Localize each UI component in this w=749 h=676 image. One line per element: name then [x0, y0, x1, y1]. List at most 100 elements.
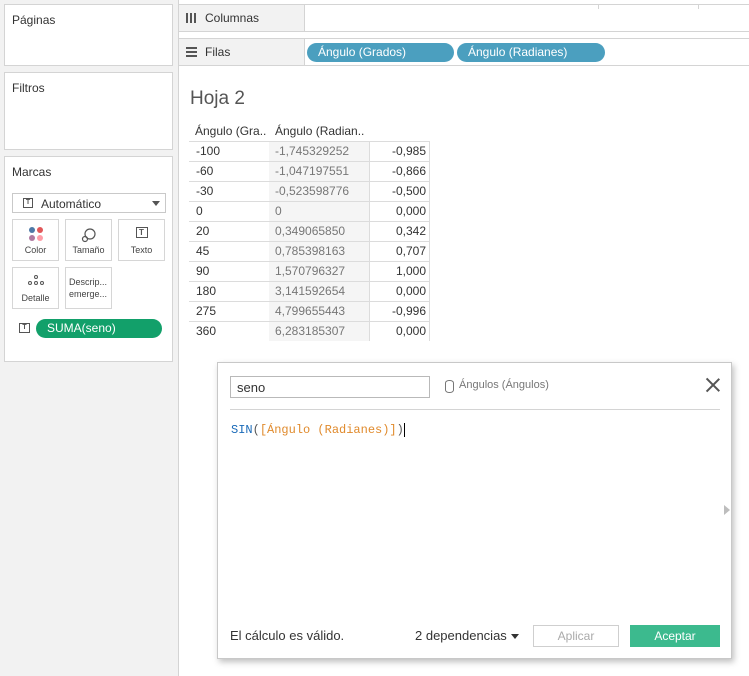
cell-divider	[429, 282, 430, 301]
table-row[interactable]: 180 3,141592654 0,000	[189, 281, 430, 301]
suma-seno-pill[interactable]: SUMA(seno)	[36, 319, 162, 338]
table-row[interactable]: -60 -1,047197551 -0,866	[189, 161, 430, 181]
table-row[interactable]: 90 1,570796327 1,000	[189, 261, 430, 281]
header-angulo-grados[interactable]: Ángulo (Gra..	[195, 122, 266, 141]
cell-divider	[429, 162, 430, 181]
rows-shelf: Filas Ángulo (Grados) Ángulo (Radianes)	[179, 38, 749, 66]
calculation-name-input[interactable]	[230, 376, 430, 398]
size-button[interactable]: Tamaño	[65, 219, 112, 261]
filters-title: Filtros	[12, 81, 45, 95]
left-panel: Páginas Filtros Marcas T Automático Colo…	[0, 0, 179, 676]
cell-divider	[369, 162, 370, 181]
tooltip-label: Descrip... emerge...	[69, 277, 108, 299]
table-row[interactable]: 275 4,799655443 -0,996	[189, 301, 430, 321]
cell-radianes: 4,799655443	[275, 304, 346, 318]
sheet-title: Hoja 2	[190, 88, 245, 109]
chevron-down-icon	[152, 201, 160, 206]
text-cursor	[403, 423, 405, 437]
color-button[interactable]: Color	[12, 219, 59, 261]
text-mark-icon: T	[19, 323, 30, 333]
header-angulo-radianes[interactable]: Ángulo (Radian..	[275, 122, 364, 141]
detail-button[interactable]: Detalle	[12, 267, 59, 309]
formula-open-paren: (	[252, 423, 260, 438]
cell-divider	[429, 222, 430, 241]
suma-seno-row: T SUMA(seno)	[5, 318, 174, 338]
ok-button[interactable]: Aceptar	[630, 625, 720, 647]
cell-radianes: 0	[275, 204, 282, 218]
cell-radianes: -1,047197551	[275, 164, 350, 178]
cell-seno: 0,000	[395, 204, 426, 218]
formula-close-paren: )	[396, 423, 404, 438]
mark-type-dropdown[interactable]: T Automático	[12, 193, 166, 213]
cell-seno: -0,500	[391, 184, 426, 198]
rows-label: Filas	[205, 45, 231, 59]
marks-card: Marcas T Automático Color Tamaño T Texto	[4, 156, 173, 362]
color-icon	[28, 227, 43, 241]
datasource-icon	[445, 380, 454, 393]
cell-divider	[429, 242, 430, 261]
validation-status: El cálculo es válido.	[230, 628, 345, 643]
calculation-dialog: Ángulos (Ángulos) SIN([Ángulo (Radianes)…	[217, 362, 732, 659]
cell-divider	[369, 262, 370, 281]
cell-divider	[429, 142, 430, 161]
size-label: Tamaño	[72, 245, 105, 255]
close-icon[interactable]	[705, 378, 720, 392]
text-icon: T	[135, 227, 148, 238]
cell-radianes: 0,349065850	[275, 224, 346, 238]
cell-grados: 360	[196, 324, 217, 338]
text-label: Texto	[130, 245, 153, 255]
formula-field: [Ángulo (Radianes)]	[259, 423, 397, 438]
cell-grados: -60	[196, 164, 214, 178]
cell-seno: 0,342	[395, 224, 426, 238]
formula-editor[interactable]: SIN([Ángulo (Radianes)])	[231, 423, 405, 437]
cell-divider	[369, 202, 370, 221]
size-icon	[81, 227, 97, 246]
chevron-down-icon	[510, 634, 519, 640]
cell-seno: 0,000	[395, 324, 426, 338]
filters-card[interactable]: Filtros	[4, 72, 173, 150]
columns-label: Columnas	[205, 11, 260, 25]
dependencies-dropdown[interactable]: 2 dependencias	[415, 628, 519, 643]
cell-seno: 0,707	[395, 244, 426, 258]
apply-button[interactable]: Aplicar	[533, 625, 619, 647]
table-row[interactable]: 360 6,283185307 0,000	[189, 321, 430, 341]
chevron-right-icon[interactable]	[724, 505, 730, 515]
radianes-cell-bg	[269, 202, 369, 221]
cell-divider	[369, 142, 370, 161]
text-mark-icon: T	[23, 198, 33, 208]
rows-shelf-label: Filas	[179, 39, 305, 65]
text-button[interactable]: T Texto	[118, 219, 165, 261]
table-row[interactable]: 45 0,785398163 0,707	[189, 241, 430, 261]
table-row[interactable]: 0 0 0,000	[189, 201, 430, 221]
tooltip-button[interactable]: Descrip... emerge...	[65, 267, 112, 309]
cell-grados: 45	[196, 244, 210, 258]
cell-grados: 90	[196, 264, 210, 278]
cell-radianes: 1,570796327	[275, 264, 346, 278]
mark-type-label: Automático	[41, 197, 102, 211]
cell-divider	[369, 322, 370, 341]
table-row[interactable]: -30 -0,523598776 -0,500	[189, 181, 430, 201]
pages-card[interactable]: Páginas	[4, 4, 173, 66]
cell-seno: 1,000	[395, 264, 426, 278]
cell-divider	[369, 282, 370, 301]
marks-title: Marcas	[12, 165, 52, 179]
pill-angulo-grados[interactable]: Ángulo (Grados)	[307, 43, 454, 62]
cell-divider	[369, 182, 370, 201]
cell-seno: -0,985	[391, 144, 426, 158]
table-row[interactable]: 20 0,349065850 0,342	[189, 221, 430, 241]
cell-radianes: 3,141592654	[275, 284, 346, 298]
cell-seno: -0,866	[391, 164, 426, 178]
cell-grados: -100	[196, 144, 221, 158]
cell-seno: 0,000	[395, 284, 426, 298]
columns-shelf-label: Columnas	[179, 5, 305, 31]
pages-title: Páginas	[12, 13, 56, 27]
pill-angulo-radianes[interactable]: Ángulo (Radianes)	[457, 43, 605, 62]
cell-divider	[429, 202, 430, 221]
columns-shelf: Columnas	[179, 4, 749, 32]
cell-divider	[369, 222, 370, 241]
columns-drop-area[interactable]	[305, 5, 749, 31]
cell-divider	[429, 182, 430, 201]
detail-icon	[27, 275, 44, 289]
cell-seno: -0,996	[391, 304, 426, 318]
table-row[interactable]: -100 -1,745329252 -0,985	[189, 141, 430, 161]
